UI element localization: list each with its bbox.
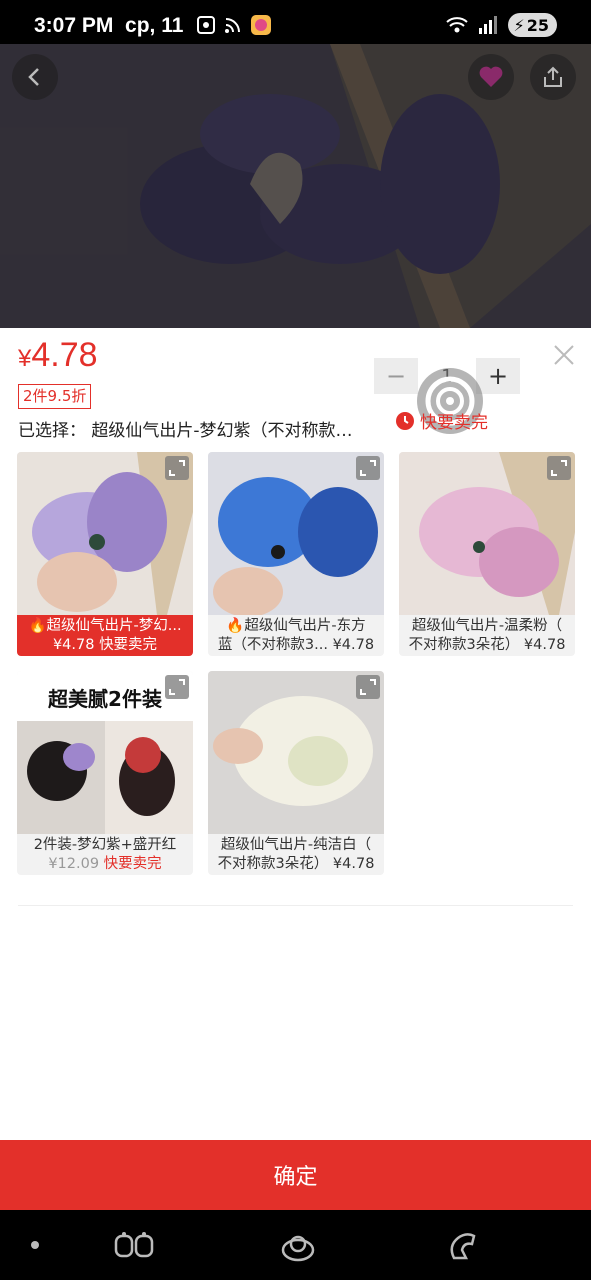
chevron-left-icon — [28, 68, 39, 86]
variant-caption: 超级仙气出片-纯洁白（ 不对称款3朵花） ¥4.78 — [217, 837, 375, 872]
selected-variant-text: 已选择： 超级仙气出片-梦幻紫（不对称款… — [18, 421, 353, 441]
confirm-button[interactable]: 确定 — [0, 1140, 591, 1210]
favorite-button[interactable] — [468, 54, 514, 100]
heart-icon — [479, 66, 503, 87]
variant-card-gentle-pink[interactable]: 超级仙气出片-温柔粉（ 不对称款3朵花） ¥4.78 — [399, 452, 575, 656]
clock-icon — [396, 411, 414, 430]
recent-apps-icon[interactable] — [114, 1230, 154, 1260]
expand-icon[interactable] — [165, 675, 189, 699]
variant-caption: 超级仙气出片-温柔粉（ 不对称款3朵花） ¥4.78 — [408, 618, 566, 653]
fire-icon: 🔥 — [226, 618, 245, 634]
battery-indicator: ⚡ 25 — [507, 13, 557, 37]
divider — [18, 905, 573, 906]
battery-charging-icon: ⚡ — [513, 15, 525, 35]
variant-card-two-pack[interactable]: 超美腻2件装 2件装-梦幻紫+盛开红 ¥12.09 快要卖完 — [17, 671, 193, 875]
status-system-icons: ⚡ 25 — [445, 13, 557, 37]
expand-icon[interactable] — [356, 675, 380, 699]
app-notification-icon — [251, 15, 271, 35]
back-nav-icon[interactable] — [446, 1228, 480, 1262]
sku-selection-sheet: ¥4.78 2件9.5折 已选择： 超级仙气出片-梦幻紫（不对称款… − 1 +… — [0, 328, 591, 1140]
variant-caption: 2件装-梦幻紫+盛开红 ¥12.09 快要卖完 — [33, 837, 177, 872]
variant-caption: 🔥超级仙气出片-梦幻... ¥4.78 快要卖完 — [17, 615, 193, 656]
expand-icon[interactable] — [356, 456, 380, 480]
expand-icon[interactable] — [547, 456, 571, 480]
rss-icon — [225, 18, 240, 33]
variant-caption: 🔥超级仙气出片-东方 蓝（不对称款3... ¥4.78 — [217, 618, 375, 653]
share-icon — [544, 66, 562, 87]
status-notification-icons — [196, 14, 272, 36]
variant-card-dream-purple[interactable]: 🔥超级仙气出片-梦幻... ¥4.78 快要卖完 — [17, 452, 193, 656]
close-icon[interactable] — [552, 343, 576, 367]
back-button[interactable] — [12, 54, 58, 100]
screenshot-icon — [197, 16, 215, 34]
variant-card-oriental-blue[interactable]: 🔥超级仙气出片-东方 蓝（不对称款3... ¥4.78 — [208, 452, 384, 656]
variant-card-pure-white[interactable]: 超级仙气出片-纯洁白（ 不对称款3朵花） ¥4.78 — [208, 671, 384, 875]
nav-dot-icon[interactable] — [31, 1241, 39, 1249]
fire-icon: 🔥 — [28, 618, 47, 634]
discount-badge: 2件9.5折 — [18, 384, 92, 409]
quantity-minus-button[interactable]: − — [374, 358, 418, 394]
status-bar: 3:07 PM ср, 11 ⚡ 25 — [0, 0, 591, 44]
home-icon[interactable] — [280, 1228, 316, 1262]
expand-icon[interactable] — [165, 456, 189, 480]
product-image-backdrop — [0, 44, 591, 328]
status-time: 3:07 PM ср, 11 — [34, 14, 184, 37]
navigation-bar — [0, 1210, 591, 1280]
selling-fast-label: 快要卖完 — [396, 408, 488, 433]
price: ¥4.78 — [18, 336, 98, 374]
share-button[interactable] — [530, 54, 576, 100]
wifi-icon — [445, 17, 468, 33]
signal-icon — [478, 16, 497, 34]
